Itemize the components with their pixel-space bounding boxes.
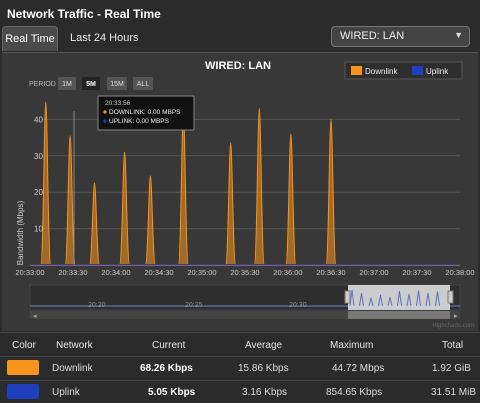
col-header-network: Network — [56, 340, 93, 351]
cell-current: 5.05 Kbps — [148, 387, 196, 398]
x-tick-label: 20:37:30 — [402, 268, 431, 277]
navigator-scrollbar[interactable]: ◂ ▸ — [30, 311, 460, 320]
cell-average: 3.16 Kbps — [242, 387, 288, 398]
table-row-divider — [0, 380, 480, 381]
traffic-chart: 10 20 30 40 20:33:00 20:33:30 20:34:00 20:34:3… — [2, 53, 478, 331]
x-tick-label: 20:36:00 — [273, 268, 302, 277]
x-tick-label: 20:37:00 — [359, 268, 388, 277]
cell-total: 1.92 GiB — [432, 363, 471, 374]
cell-network: Downlink — [52, 363, 93, 374]
y-axis-label: Bandwidth (Mbps) — [16, 200, 25, 265]
col-header-color: Color — [12, 340, 36, 351]
cell-maximum: 44.72 Mbps — [332, 363, 385, 374]
tooltip: 20:33:56 DOWNLINK: 0.00 MBPS UPLINK: 0.0… — [97, 95, 195, 131]
period-button-15m-label: 15M — [110, 81, 124, 88]
x-tick-label: 20:36:30 — [316, 268, 345, 277]
cell-average: 15.86 Kbps — [238, 363, 289, 374]
y-tick-label: 10 — [34, 225, 43, 234]
period-button-5m[interactable]: 5M — [82, 77, 100, 90]
col-header-total: Total — [442, 340, 464, 351]
tooltip-downlink-dot — [103, 110, 107, 114]
y-tick-label: 30 — [34, 152, 43, 161]
x-tick-label: 20:33:00 — [15, 268, 44, 277]
tab-last-24-hours[interactable]: Last 24 Hours — [70, 26, 138, 50]
cell-current: 68.26 Kbps — [140, 363, 193, 374]
col-header-current: Current — [152, 340, 186, 351]
scroll-left-icon[interactable]: ◂ — [33, 313, 37, 320]
col-header-average: Average — [245, 340, 283, 351]
interface-select[interactable]: WIRED: LAN ▼ — [331, 26, 470, 47]
navigator-handle-right[interactable] — [447, 290, 454, 304]
table-top-border — [0, 332, 480, 333]
x-tick-label: 20:34:30 — [144, 268, 173, 277]
cell-total: 31.51 MiB — [431, 387, 477, 398]
tab-real-time[interactable]: Real Time — [2, 26, 58, 51]
period-button-5m-label: 5M — [86, 81, 96, 88]
navigator-label-0: 20:20 — [88, 302, 106, 309]
cell-network: Uplink — [52, 387, 80, 398]
table-header-divider — [0, 356, 480, 357]
legend-item-uplink[interactable]: Uplink — [412, 66, 449, 76]
period-button-all-label: ALL — [137, 81, 150, 88]
period-button-all[interactable]: ALL — [133, 77, 153, 90]
tooltip-time: 20:33:56 — [105, 100, 131, 107]
x-tick-label: 20:35:00 — [187, 268, 216, 277]
x-tick-label: 20:33:30 — [58, 268, 87, 277]
legend-downlink-label: Downlink — [365, 67, 398, 76]
period-button-15m[interactable]: 15M — [107, 77, 127, 90]
navigator-handle-left[interactable] — [344, 290, 351, 304]
x-axis-ticks: 20:33:00 20:33:30 20:34:00 20:34:30 20:35:00… — [15, 268, 474, 277]
period-label: PERIOD — [29, 81, 56, 88]
interface-select-value: WIRED: LAN — [340, 30, 405, 42]
period-button-1m-label: 1M — [62, 81, 72, 88]
chart-title: WIRED: LAN — [205, 60, 271, 72]
header: Network Traffic - Real Time — [0, 0, 480, 26]
legend-uplink-label: Uplink — [426, 67, 449, 76]
navigator-label-1: 20:25 — [185, 302, 203, 309]
cell-maximum: 854.65 Kbps — [326, 387, 383, 398]
y-tick-label: 40 — [34, 115, 43, 124]
tooltip-downlink: DOWNLINK: 0.00 MBPS — [109, 109, 181, 116]
x-tick-label: 20:35:30 — [230, 268, 259, 277]
tooltip-uplink-dot — [103, 119, 107, 123]
page-title: Network Traffic - Real Time — [7, 7, 161, 21]
legend: Downlink Uplink — [344, 61, 463, 80]
chart-panel: 10 20 30 40 20:33:00 20:33:30 20:34:00 20:34:3… — [2, 52, 478, 331]
navigator-label-2: 20:30 — [289, 302, 307, 309]
color-swatch-downlink — [7, 360, 39, 375]
scroll-right-icon[interactable]: ▸ — [454, 313, 458, 320]
x-tick-label: 20:38:00 — [445, 268, 474, 277]
chart-watermark: Highcharts.com — [432, 323, 474, 329]
tooltip-uplink: UPLINK: 0.00 MBPS — [109, 118, 170, 125]
legend-item-downlink[interactable]: Downlink — [351, 66, 398, 76]
color-swatch-uplink — [7, 384, 39, 399]
period-button-1m[interactable]: 1M — [58, 77, 76, 90]
y-tick-label: 20 — [34, 188, 43, 197]
col-header-maximum: Maximum — [330, 340, 374, 351]
x-tick-label: 20:34:00 — [101, 268, 130, 277]
navigator[interactable]: 20:20 20:25 20:30 — [29, 284, 461, 311]
chevron-down-icon: ▼ — [454, 30, 463, 40]
scrollbar-thumb[interactable] — [348, 311, 450, 319]
